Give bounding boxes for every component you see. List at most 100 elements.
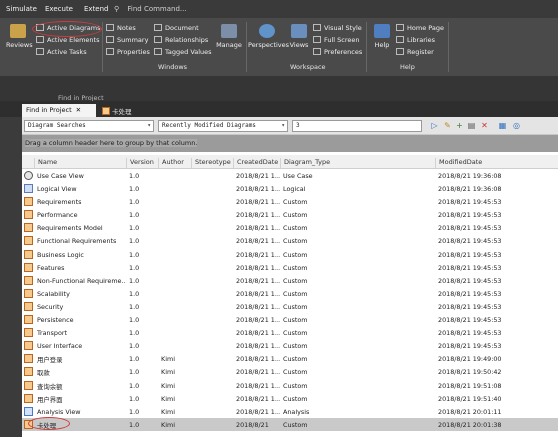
table-row[interactable]: User Interface 1.0 2018/8/21 1... Custom 201… (22, 339, 558, 352)
header-version[interactable]: Version (126, 158, 154, 168)
close-icon[interactable]: ✕ (76, 106, 81, 114)
table-row[interactable]: Persistence 1.0 2018/8/21 1... Custom 2018/8… (22, 313, 558, 326)
cell-modified: 2018/8/21 19:45:53 (438, 316, 502, 325)
properties-label: Properties (117, 48, 150, 56)
libraries-button[interactable]: Libraries (396, 36, 435, 44)
search-name-select[interactable]: Recently Modified Diagrams ▾ (158, 120, 288, 132)
table-row[interactable]: Non-Functional Requireme... 1.0 2018/8/21 … (22, 274, 558, 287)
table-row[interactable]: 卡处理 1.0 Kimi 2018/8/21 Custom 2018/8/21 20:01… (22, 416, 558, 431)
table-row[interactable]: 取款 1.0 Kimi 2018/8/21 1... Custom 2018/8/21 1… (22, 365, 558, 378)
table-row[interactable]: 用户登录 1.0 Kimi 2018/8/21 1... Custom 2018/8/21… (22, 352, 558, 365)
properties-button[interactable]: Properties (106, 48, 150, 56)
table-row[interactable]: Performance 1.0 2018/8/21 1... Custom 2018/8… (22, 208, 558, 221)
cell-modified: 2018/8/21 19:45:53 (438, 289, 502, 298)
menu-execute[interactable]: Execute (45, 5, 73, 13)
chevron-down-icon: ▾ (147, 122, 151, 129)
perspectives-button[interactable]: Perspectives (248, 24, 289, 49)
cell-version: 1.0 (129, 237, 140, 246)
table-row[interactable]: Security 1.0 2018/8/21 1... Custom 2018/8/21… (22, 300, 558, 313)
delete-icon[interactable]: ✕ (480, 121, 489, 130)
cell-name: Requirements (37, 198, 82, 207)
table-row[interactable]: 用户界面 1.0 Kimi 2018/8/21 1... Custom 2018/8/21… (22, 392, 558, 405)
cell-type: Custom (283, 211, 308, 220)
cell-name: Requirements Model (37, 224, 103, 233)
relationships-button[interactable]: Relationships (154, 36, 208, 44)
cell-created: 2018/8/21 1... (236, 172, 280, 180)
run-icon[interactable]: ▷ (430, 121, 439, 130)
cell-created: 2018/8/21 1... (236, 276, 280, 285)
active-elements-label: Active Elements (47, 36, 100, 44)
table-row[interactable]: Analysis View 1.0 Kimi 2018/8/21 1... Analys… (22, 405, 558, 418)
summary-button[interactable]: Summary (106, 36, 148, 44)
menu-bar: Simulate Execute Extend ⚲ Find Command..… (0, 0, 558, 18)
tab-card-processing[interactable]: 卡处理 (98, 104, 136, 117)
register-button[interactable]: Register (396, 48, 434, 56)
cell-name: User Interface (37, 342, 83, 351)
help-button[interactable]: Help (372, 24, 392, 49)
preferences-button[interactable]: Preferences (313, 48, 362, 56)
full-screen-label: Full Screen (324, 36, 360, 44)
full-screen-icon (313, 36, 321, 43)
header-diagram-type[interactable]: Diagram_Type (280, 158, 330, 168)
cell-type: Custom (283, 250, 308, 259)
search-input[interactable]: 3 (292, 120, 422, 132)
help-icon[interactable]: ◎ (512, 121, 521, 130)
cell-created: 2018/8/21 1... (236, 224, 280, 233)
table-row[interactable]: Requirements Model 1.0 2018/8/21 1... Custo… (22, 221, 558, 234)
header-icon-column[interactable] (22, 158, 34, 168)
search-name-value: Recently Modified Diagrams (162, 122, 256, 129)
cell-type: Custom (283, 224, 308, 233)
notes-button[interactable]: Notes (106, 24, 136, 32)
cell-created: 2018/8/21 1... (236, 342, 280, 351)
tab-find-in-project[interactable]: Find in Project ✕ (22, 104, 96, 117)
active-elements-button[interactable]: Active Elements (36, 36, 99, 44)
table-row[interactable]: Requirements 1.0 2018/8/21 1... Custom 2018/… (22, 195, 558, 208)
cell-version: 1.0 (129, 342, 140, 351)
new-icon[interactable]: + (455, 121, 464, 130)
cell-author: Kimi (161, 381, 175, 390)
edit-icon[interactable]: ▤ (467, 121, 476, 130)
cell-created: 2018/8/21 1... (236, 394, 280, 403)
header-author[interactable]: Author (158, 158, 184, 168)
menu-simulate[interactable]: Simulate (6, 5, 37, 13)
find-command-label: Find Command... (127, 5, 187, 13)
reviews-button[interactable]: Reviews (6, 24, 33, 49)
menu-extend[interactable]: Extend (84, 5, 109, 13)
header-modified-date[interactable]: ModifiedDate (435, 158, 482, 168)
full-screen-button[interactable]: Full Screen (313, 36, 360, 44)
cell-version: 1.0 (129, 250, 140, 259)
tagged-values-button[interactable]: Tagged Values (154, 48, 212, 56)
cell-created: 2018/8/21 1... (236, 316, 280, 325)
cell-version: 1.0 (129, 211, 140, 220)
table-row[interactable]: Business Logic 1.0 2018/8/21 1... Custom 201… (22, 248, 558, 261)
find-command[interactable]: ⚲ Find Command... (114, 5, 187, 13)
table-row[interactable]: Features 1.0 2018/8/21 1... Custom 2018/8/21… (22, 261, 558, 274)
builder-icon[interactable]: ✎ (443, 121, 452, 130)
table-row[interactable]: Scalability 1.0 2018/8/21 1... Custom 2018/8… (22, 287, 558, 300)
header-created-date[interactable]: CreatedDate (233, 158, 278, 168)
table-row[interactable]: 查询余额 1.0 Kimi 2018/8/21 1... Custom 2018/8/21… (22, 379, 558, 392)
active-tasks-button[interactable]: Active Tasks (36, 48, 87, 56)
search-type-select[interactable]: Diagram Searches ▾ (24, 120, 154, 132)
cell-modified: 2018/8/21 19:45:53 (438, 276, 502, 285)
table-row[interactable]: Use Case View 1.0 2018/8/21 1... Use Case 20… (22, 169, 558, 182)
custom-diagram-icon (24, 315, 33, 325)
cell-modified: 2018/8/21 19:51:08 (438, 381, 502, 390)
table-row[interactable]: Logical View 1.0 2018/8/21 1... Logical 2018… (22, 182, 558, 195)
header-name[interactable]: Name (34, 158, 57, 168)
cell-version: 1.0 (129, 263, 140, 272)
cell-version: 1.0 (129, 289, 140, 298)
cell-author: Kimi (161, 420, 175, 429)
document-button[interactable]: Document (154, 24, 199, 32)
header-stereotype[interactable]: Stereotype (191, 158, 231, 168)
options-icon[interactable]: ▦ (498, 121, 507, 130)
table-row[interactable]: Transport 1.0 2018/8/21 1... Custom 2018/8/2… (22, 326, 558, 339)
group-by-panel[interactable]: Drag a column header here to group by th… (22, 135, 558, 152)
visual-style-button[interactable]: Visual Style (313, 24, 362, 32)
table-row[interactable]: Functional Requirements 1.0 2018/8/21 1...… (22, 234, 558, 247)
views-button[interactable]: Views (288, 24, 310, 49)
home-page-button[interactable]: Home Page (396, 24, 444, 32)
custom-diagram-icon (24, 328, 33, 338)
relationships-icon (154, 36, 162, 43)
manage-button[interactable]: Manage (214, 24, 244, 49)
